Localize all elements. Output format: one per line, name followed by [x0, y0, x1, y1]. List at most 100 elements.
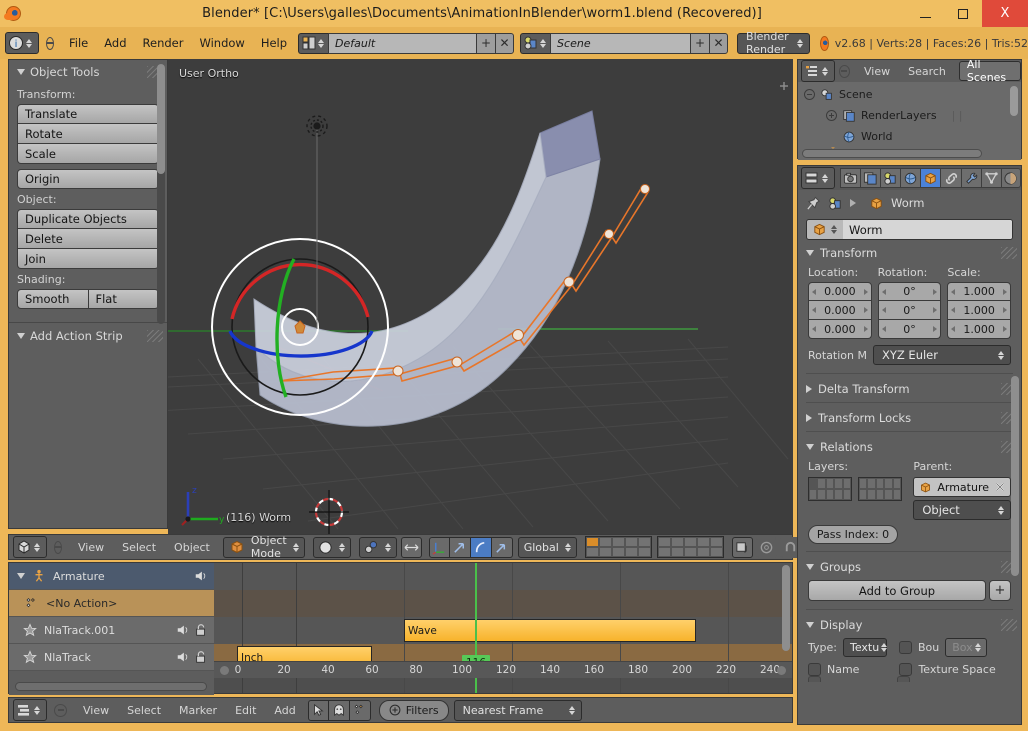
screen-layout-icon[interactable]: [298, 32, 329, 54]
lock-camera-button[interactable]: [731, 536, 753, 558]
tab-constraints[interactable]: [940, 168, 961, 188]
scene-icon-button[interactable]: [520, 32, 551, 54]
nla-collapse-icon[interactable]: [54, 703, 67, 717]
layer-cell[interactable]: [817, 478, 826, 489]
show-hidden-button[interactable]: [328, 699, 350, 721]
layer-cell[interactable]: [696, 547, 710, 557]
render-engine-select[interactable]: Blender Render: [737, 30, 810, 56]
layer-cell[interactable]: [637, 547, 651, 557]
delete-layout-button[interactable]: ✕: [495, 32, 515, 54]
object-layer-block-lower[interactable]: [857, 477, 902, 501]
outliner-menu-view[interactable]: View: [855, 60, 899, 82]
menu-render[interactable]: Render: [135, 32, 192, 54]
pin-icon[interactable]: [806, 196, 821, 211]
viewport-3d[interactable]: z y User Ortho (116) Worm: [168, 59, 793, 534]
ruler-left-handle[interactable]: [220, 666, 229, 675]
layer-block-upper[interactable]: [584, 536, 652, 558]
manipulator-toggle-button[interactable]: [400, 536, 422, 558]
layer-cell[interactable]: [858, 489, 868, 500]
chevron-down-icon[interactable]: [17, 573, 25, 579]
menu-file[interactable]: File: [61, 32, 96, 54]
scale-manipulator-button[interactable]: [491, 536, 513, 558]
layer-cell[interactable]: [875, 489, 885, 500]
outliner-tree[interactable]: Scene RenderLayers | | World: [798, 82, 1021, 160]
origin-button[interactable]: Origin: [17, 169, 159, 189]
outliner-editor-type[interactable]: [801, 60, 835, 82]
layer-cell[interactable]: [892, 478, 901, 489]
transform-orientation-select[interactable]: Global: [517, 536, 577, 558]
transform-section-header[interactable]: Transform: [798, 240, 1021, 264]
layer-cell[interactable]: [585, 537, 599, 547]
layer-cell[interactable]: [884, 489, 893, 500]
collapse-menu-icon[interactable]: [46, 36, 55, 50]
transform-locks-section-header[interactable]: Transform Locks: [798, 405, 1021, 429]
viewport-editor-type[interactable]: [13, 536, 47, 558]
layer-cell[interactable]: [817, 489, 826, 500]
properties-scrollbar[interactable]: [1011, 376, 1019, 576]
outliner-vertical-scrollbar[interactable]: [1010, 86, 1018, 116]
add-layout-button[interactable]: +: [476, 32, 496, 54]
tab-object[interactable]: [920, 168, 941, 188]
layer-cell[interactable]: [585, 547, 599, 557]
layer-cell[interactable]: [858, 478, 868, 489]
layer-cell[interactable]: [867, 478, 876, 489]
location-y-field[interactable]: 0.000: [808, 301, 872, 320]
rotate-manipulator-button[interactable]: [470, 536, 492, 558]
layer-cell[interactable]: [867, 489, 876, 500]
layer-cell[interactable]: [657, 537, 671, 547]
tab-modifiers[interactable]: [960, 168, 981, 188]
speaker-icon[interactable]: [194, 569, 208, 583]
scene-name-field[interactable]: Scene: [550, 32, 691, 54]
name-checkbox[interactable]: [808, 663, 821, 676]
object-browse-spinner[interactable]: [831, 225, 839, 234]
nla-channel-no-action[interactable]: <No Action>: [9, 590, 214, 617]
maximize-button[interactable]: [944, 0, 982, 27]
clear-parent-icon[interactable]: [994, 481, 1006, 493]
scale-z-field[interactable]: 1.000: [947, 320, 1012, 339]
nla-editor-type[interactable]: [13, 699, 47, 721]
nla-vertical-scrollbar[interactable]: [782, 565, 790, 651]
layer-cell[interactable]: [884, 478, 893, 489]
scale-x-field[interactable]: 1.000: [947, 282, 1012, 301]
viewport-menu-object[interactable]: Object: [165, 536, 219, 558]
layer-cell[interactable]: [670, 547, 684, 557]
editor-type-selector[interactable]: i: [5, 32, 39, 54]
outliner-menu-search[interactable]: Search: [899, 60, 955, 82]
only-selected-button[interactable]: [307, 699, 329, 721]
scene-icon[interactable]: [828, 196, 843, 211]
outliner-display-mode[interactable]: All Scenes: [958, 58, 1021, 84]
menu-add[interactable]: Add: [96, 32, 134, 54]
outliner-horizontal-scrollbar[interactable]: [802, 149, 982, 158]
object-name-field[interactable]: Worm: [806, 219, 1013, 240]
tab-render[interactable]: [840, 168, 861, 188]
tab-material[interactable]: [1000, 168, 1021, 188]
menu-help[interactable]: Help: [253, 32, 295, 54]
properties-editor-type[interactable]: [801, 167, 835, 189]
layer-cell[interactable]: [696, 537, 710, 547]
tab-renderlayers[interactable]: [860, 168, 881, 188]
delete-scene-button[interactable]: ✕: [709, 32, 729, 54]
layer-cell[interactable]: [683, 537, 697, 547]
viewport-shading-select[interactable]: [312, 536, 351, 558]
add-to-group-button[interactable]: Add to Group: [808, 580, 986, 601]
groups-section-header[interactable]: Groups: [798, 554, 1021, 578]
object-tools-panel-header[interactable]: Object Tools: [9, 60, 167, 84]
layer-cell[interactable]: [637, 537, 651, 547]
new-group-button[interactable]: +: [989, 580, 1011, 601]
layer-cell[interactable]: [875, 478, 885, 489]
nla-strip-wave[interactable]: Wave: [404, 619, 696, 642]
object-layer-block-upper[interactable]: [808, 477, 852, 501]
ruler-right-handle[interactable]: [777, 666, 786, 675]
display-section-header[interactable]: Display: [798, 612, 1021, 636]
nla-menu-view[interactable]: View: [74, 699, 118, 721]
viewport-menu-view[interactable]: View: [69, 536, 113, 558]
outliner-row-world[interactable]: World: [798, 126, 1021, 147]
toolshelf-scrollbar[interactable]: [157, 64, 165, 324]
speaker-icon[interactable]: [176, 650, 190, 664]
collapse-toggle-icon[interactable]: [804, 89, 815, 100]
texture-space-checkbox[interactable]: [899, 663, 913, 676]
layer-cell[interactable]: [611, 547, 625, 557]
nla-channel-nlatrack[interactable]: NlaTrack: [9, 644, 214, 671]
bounds-type-select[interactable]: Box: [945, 638, 988, 657]
layer-cell[interactable]: [825, 489, 835, 500]
